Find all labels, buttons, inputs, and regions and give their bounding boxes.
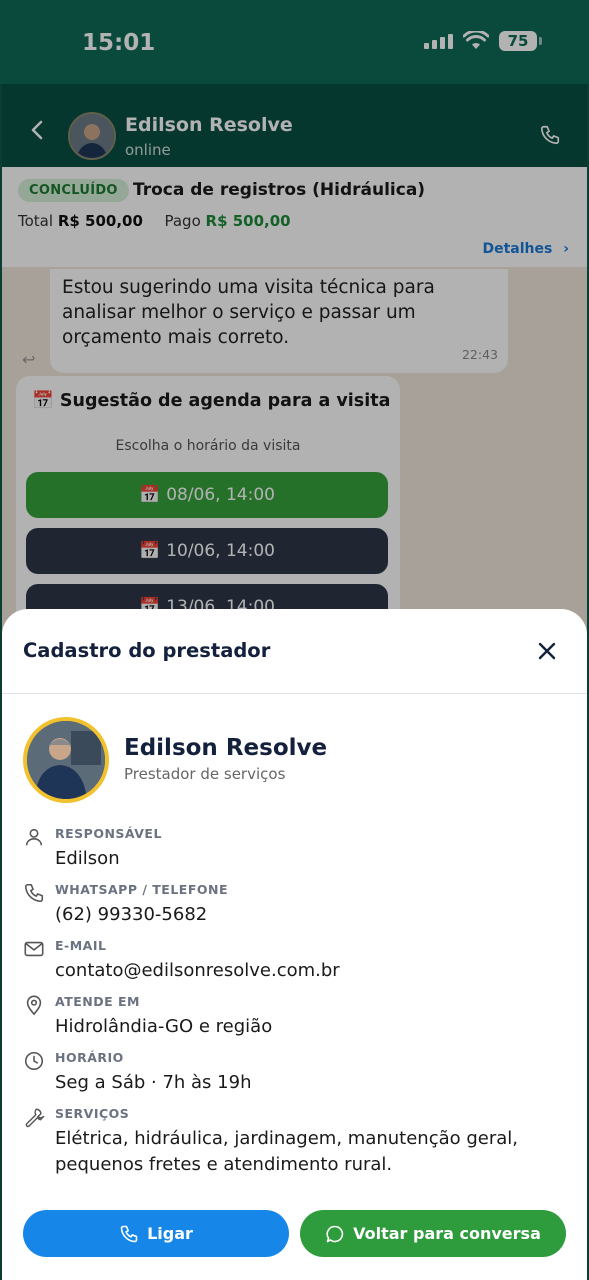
location-icon bbox=[26, 995, 42, 1016]
field-horario: HORÁRIO Seg a Sáb · 7h às 19h bbox=[2, 1050, 587, 1106]
back-to-chat-button[interactable]: Voltar para conversa bbox=[300, 1210, 566, 1257]
field-servicos: SERVIÇOS Elétrica, hidráulica, jardinage… bbox=[2, 1106, 587, 1186]
provider-name: Edilson Resolve bbox=[124, 735, 328, 761]
field-label: SERVIÇOS bbox=[55, 1106, 130, 1121]
person-icon bbox=[25, 828, 43, 846]
mail-icon bbox=[24, 941, 44, 957]
chat-bubble-icon bbox=[326, 1225, 344, 1242]
provider-role: Prestador de serviços bbox=[124, 765, 286, 783]
field-label: WHATSAPP / TELEFONE bbox=[55, 882, 228, 897]
clock-icon bbox=[24, 1051, 44, 1071]
phone-icon bbox=[120, 1225, 138, 1242]
field-responsavel: RESPONSÁVEL Edilson bbox=[2, 826, 587, 882]
phone-icon bbox=[24, 883, 44, 903]
back-button-label: Voltar para conversa bbox=[353, 1224, 541, 1243]
divider bbox=[2, 693, 587, 694]
field-value: contato@edilsonresolve.com.br bbox=[55, 960, 340, 981]
field-label: ATENDE EM bbox=[55, 994, 140, 1009]
field-telefone[interactable]: WHATSAPP / TELEFONE (62) 99330-5682 bbox=[2, 882, 587, 938]
call-button[interactable]: Ligar bbox=[23, 1210, 289, 1257]
provider-sheet: Cadastro do prestador Edilson Resolve Pr… bbox=[2, 609, 587, 1280]
call-button-label: Ligar bbox=[147, 1224, 193, 1243]
field-atende-em: ATENDE EM Hidrolândia-GO e região bbox=[2, 994, 587, 1050]
field-label: HORÁRIO bbox=[55, 1050, 124, 1065]
wrench-icon bbox=[25, 1108, 45, 1128]
field-label: RESPONSÁVEL bbox=[55, 826, 162, 841]
field-value: Seg a Sáb · 7h às 19h bbox=[55, 1072, 252, 1093]
field-label: E-MAIL bbox=[55, 938, 107, 953]
close-icon[interactable] bbox=[537, 641, 557, 661]
field-value: Elétrica, hidráulica, jardinagem, manute… bbox=[55, 1128, 519, 1175]
field-value: Hidrolândia-GO e região bbox=[55, 1016, 273, 1037]
field-value: (62) 99330-5682 bbox=[55, 904, 208, 925]
sheet-title: Cadastro do prestador bbox=[23, 639, 271, 662]
provider-avatar bbox=[23, 717, 109, 803]
field-value: Edilson bbox=[55, 848, 120, 869]
field-email[interactable]: E-MAIL contato@edilsonresolve.com.br bbox=[2, 938, 587, 994]
